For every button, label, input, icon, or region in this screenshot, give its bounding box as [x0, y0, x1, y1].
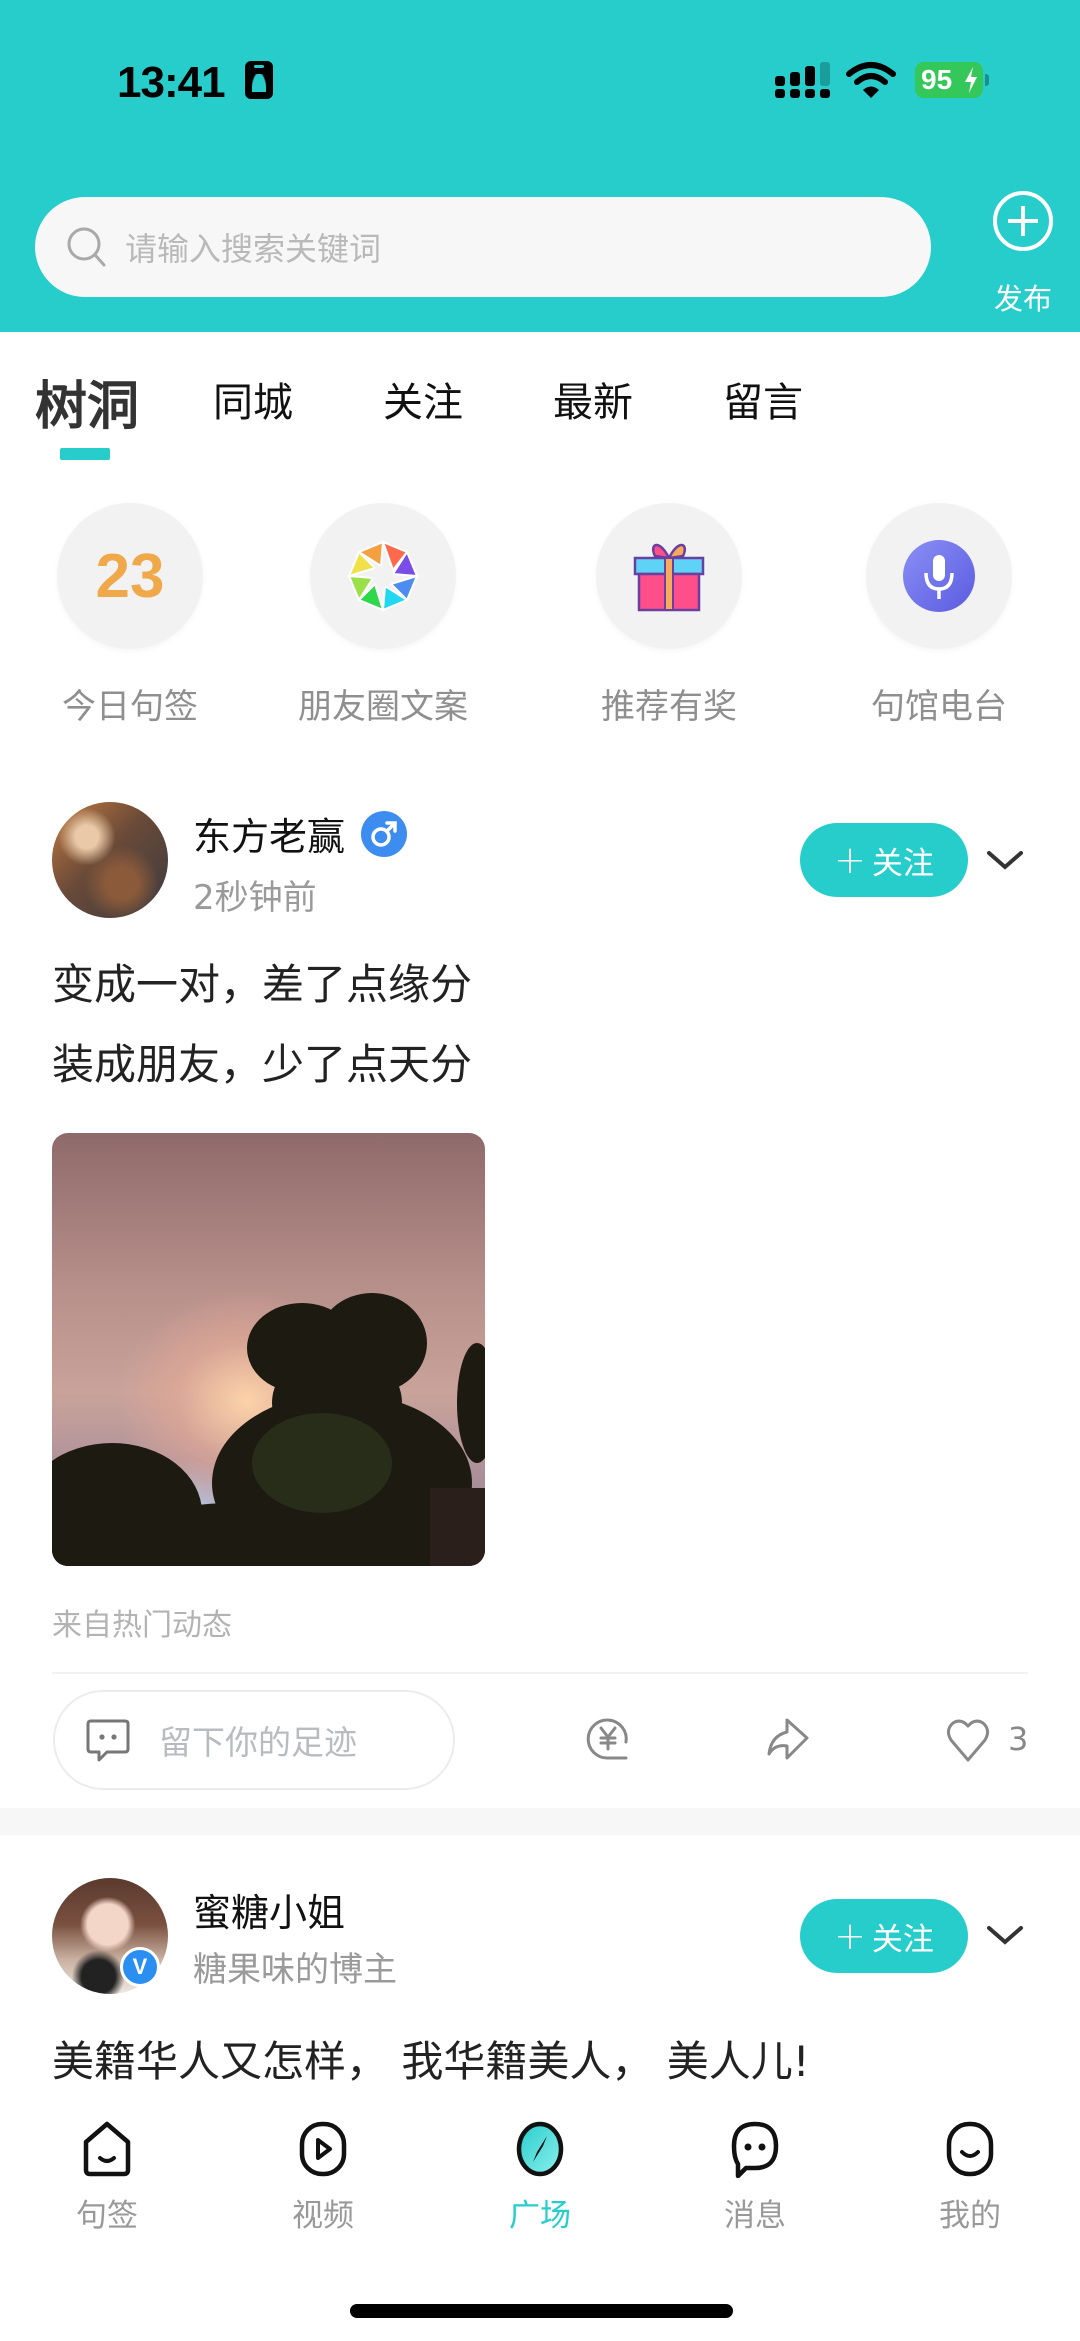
follow-label: 关注	[871, 1921, 934, 1958]
like-count: 3	[1008, 1720, 1029, 1758]
nav-item-profile[interactable]: 我的	[910, 2120, 1030, 2235]
nav-label: 广场	[509, 2198, 571, 2234]
search-placeholder: 请输入搜索关键词	[125, 230, 382, 268]
quick-link-label: 今日句签	[62, 687, 198, 727]
divider	[52, 1672, 1028, 1674]
verified-badge-icon: V	[120, 1947, 160, 1987]
follow-label: 关注	[871, 845, 934, 882]
battery-tip	[985, 74, 989, 86]
tab-guanzhu[interactable]: 关注	[383, 370, 463, 428]
post-time: 2秒钟前	[193, 878, 317, 918]
plus-circle-icon	[993, 191, 1053, 251]
plus-icon: +	[834, 838, 866, 882]
nav-label: 我的	[939, 2198, 1001, 2234]
quick-link-label: 推荐有奖	[601, 687, 737, 727]
charging-bolt-icon	[965, 67, 977, 93]
author-name[interactable]: 蜜糖小姐	[193, 1882, 345, 1937]
post-source: 来自热门动态	[52, 1608, 232, 1643]
tab-tongcheng[interactable]: 同城	[213, 370, 293, 428]
follow-button[interactable]: + 关注	[800, 823, 968, 897]
author-bio: 糖果味的博主	[193, 1950, 397, 1990]
post-separator	[0, 1808, 1080, 1835]
video-play-icon	[299, 2121, 347, 2177]
quick-link-radio[interactable]: 句馆电台	[864, 503, 1014, 728]
tab-shudong[interactable]: 树洞	[35, 364, 139, 439]
gift-icon	[633, 543, 705, 612]
nav-item-quotes[interactable]: 句签	[47, 2120, 167, 2235]
home-indicator[interactable]	[350, 2304, 733, 2318]
quick-link-label: 句馆电台	[871, 687, 1007, 727]
microphone-icon	[903, 540, 975, 612]
battery-level: 95	[921, 64, 953, 95]
profile-icon	[946, 2121, 994, 2177]
author-name[interactable]: 东方老赢	[193, 806, 345, 861]
compass-icon	[516, 2121, 564, 2177]
plus-icon: +	[834, 1914, 866, 1958]
search-icon	[67, 227, 106, 267]
chevron-down-icon[interactable]	[985, 845, 1025, 875]
nav-item-square[interactable]: 广场	[480, 2120, 600, 2235]
male-gender-icon	[361, 810, 408, 857]
quick-link-moments-copy[interactable]: 朋友圈文案	[298, 503, 468, 728]
follow-button[interactable]: + 关注	[800, 1899, 968, 1973]
aperture-icon	[347, 540, 419, 612]
share-icon[interactable]	[765, 1716, 811, 1762]
post-line: 装成朋友，少了点天分	[52, 1040, 473, 1089]
cellular-signal-icon	[775, 62, 831, 98]
nav-label: 句签	[76, 2198, 138, 2234]
nav-item-messages[interactable]: 消息	[695, 2120, 815, 2235]
comment-placeholder: 留下你的足迹	[159, 1723, 357, 1762]
quick-link-daily-quote[interactable]: 23 今日句签	[55, 503, 205, 728]
message-icon	[731, 2121, 779, 2178]
chevron-down-icon[interactable]	[985, 1920, 1025, 1950]
category-tabs: 树洞 同城 关注 最新 留言	[0, 360, 1080, 470]
nav-item-video[interactable]: 视频	[263, 2120, 383, 2235]
battery-indicator: 95	[915, 62, 983, 98]
tab-zuixin[interactable]: 最新	[553, 370, 633, 428]
publish-label: 发布	[993, 282, 1052, 316]
nav-label: 视频	[292, 2198, 354, 2234]
reward-yuan-icon[interactable]	[586, 1716, 632, 1762]
home-icon	[83, 2121, 131, 2177]
like-heart-icon[interactable]	[945, 1718, 991, 1764]
active-tab-indicator	[60, 448, 110, 460]
post-line: 美籍华人又怎样， 我华籍美人， 美人儿!	[52, 2037, 810, 2086]
calendar-day-icon: 23	[57, 503, 203, 649]
quick-link-label: 朋友圈文案	[298, 687, 468, 727]
comment-bubble-icon	[86, 1719, 130, 1762]
nav-label: 消息	[724, 2198, 786, 2234]
author-avatar[interactable]	[52, 802, 168, 918]
author-row: 东方老赢	[193, 806, 408, 861]
tree-silhouette	[52, 1293, 485, 1566]
status-time: 13:41	[117, 58, 226, 107]
post-line: 变成一对，差了点缘分	[52, 960, 473, 1009]
quick-link-referral-reward[interactable]: 推荐有奖	[594, 503, 744, 728]
publish-button[interactable]: 发布	[985, 190, 1061, 318]
post-image[interactable]	[52, 1133, 485, 1566]
day-number: 23	[95, 541, 165, 611]
contact-card-icon	[245, 61, 273, 99]
search-input[interactable]: 请输入搜索关键词	[35, 197, 931, 297]
wifi-icon	[846, 62, 896, 98]
comment-input[interactable]: 留下你的足迹	[53, 1690, 455, 1790]
tab-liuyan[interactable]: 留言	[723, 370, 803, 428]
